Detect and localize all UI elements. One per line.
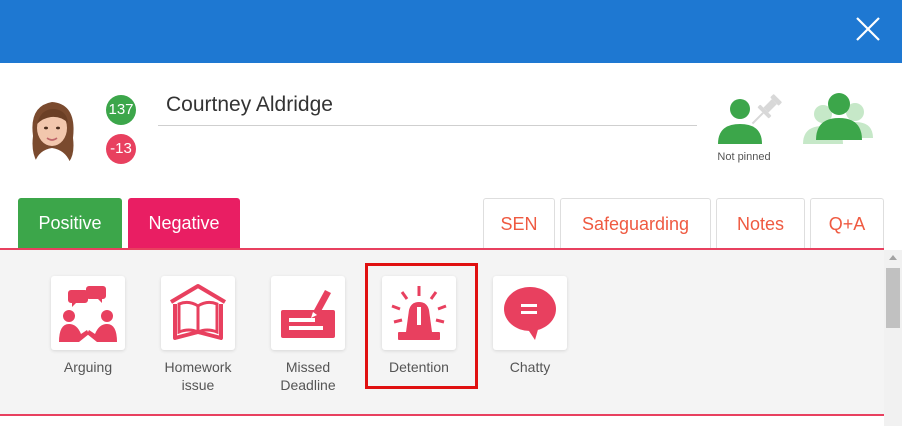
pin-button[interactable]: [712, 90, 792, 152]
behaviour-label: Arguing: [63, 359, 113, 375]
behaviour-chatty[interactable]: Chatty: [491, 276, 569, 376]
behaviour-homework-issue[interactable]: Homework issue: [159, 276, 237, 394]
scroll-up-button[interactable]: [884, 250, 902, 266]
panel-bottom-border: [0, 414, 884, 416]
speech-bubble-icon: [504, 287, 556, 340]
scrollbar[interactable]: [884, 250, 902, 426]
student-name: Courtney Aldridge: [166, 93, 333, 116]
behaviour-label: Chatty: [509, 359, 551, 375]
tab-sen[interactable]: SEN: [483, 198, 555, 248]
behaviour-arguing[interactable]: Arguing: [49, 276, 127, 376]
tab-safeguarding[interactable]: Safeguarding: [560, 198, 711, 248]
behaviour-icon-box: [493, 276, 567, 350]
pin-status-label: Not pinned: [717, 151, 771, 163]
name-underline: [158, 125, 697, 126]
scrollbar-thumb[interactable]: [886, 268, 900, 328]
top-bar: [0, 0, 902, 63]
behaviour-icon-box: [271, 276, 345, 350]
positive-points-badge: 137: [106, 95, 136, 125]
deadline-sign-icon: [281, 290, 335, 338]
behaviour-label: Homework issue: [164, 359, 232, 393]
arguing-people-icon: [59, 286, 117, 342]
tab-notes[interactable]: Notes: [716, 198, 805, 248]
behaviour-icon-box: [51, 276, 125, 350]
close-button[interactable]: [854, 15, 882, 43]
open-book-icon: [169, 284, 227, 340]
tab-qa[interactable]: Q+A: [810, 198, 884, 248]
group-users-icon: [803, 93, 873, 144]
close-icon: [856, 17, 880, 41]
negative-points-badge: -13: [106, 134, 136, 164]
tab-negative[interactable]: Negative: [128, 198, 240, 248]
tab-positive[interactable]: Positive: [18, 198, 122, 248]
behaviour-icon-box: [161, 276, 235, 350]
behaviour-missed-deadline[interactable]: Missed Deadline: [269, 276, 347, 394]
group-button[interactable]: [799, 92, 875, 144]
detention-highlight-box: [365, 263, 478, 389]
behaviour-label: Missed Deadline: [280, 359, 336, 393]
student-avatar: [25, 96, 80, 162]
triangle-up-icon: [889, 255, 897, 260]
pin-student-icon: [718, 94, 782, 144]
